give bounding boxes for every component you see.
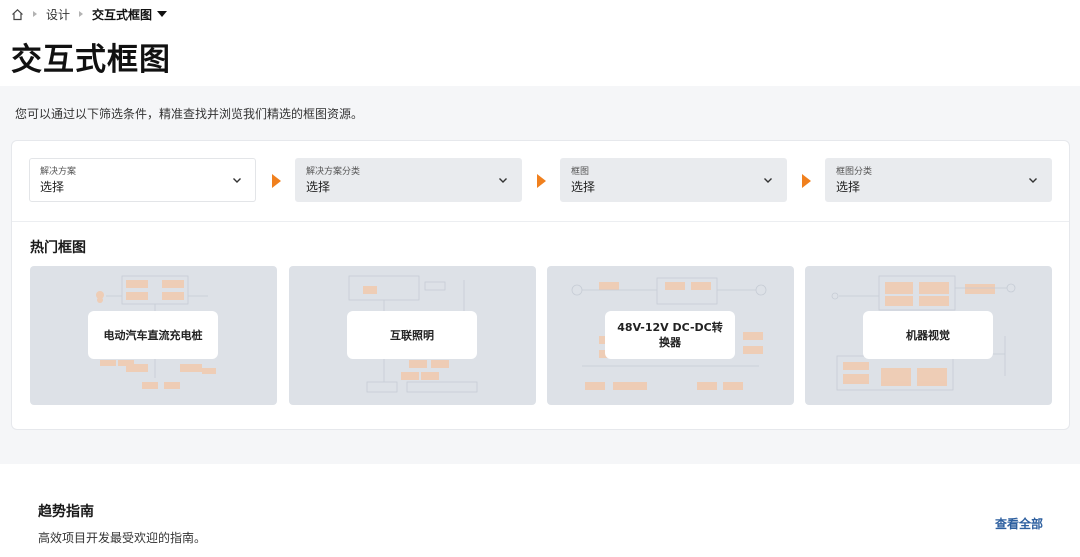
select-label: 框图 — [571, 167, 590, 177]
hot-diagrams-title: 热门框图 — [30, 240, 86, 256]
diagram-card-ev-charger[interactable]: 电动汽车直流充电桩 — [30, 266, 277, 405]
caret-down-icon[interactable] — [157, 11, 168, 17]
page-header: 设计 交互式框图 交互式框图 — [0, 0, 1080, 86]
breadcrumb-separator-icon — [76, 11, 86, 17]
view-all-link[interactable]: 查看全部 — [995, 515, 1043, 532]
arrow-right-icon — [272, 174, 281, 188]
select-value: 选择 — [836, 180, 861, 194]
diagram-card-title: 48V-12V DC-DC转换器 — [605, 311, 735, 359]
diagram-select[interactable]: 框图 选择 — [560, 158, 787, 202]
select-value: 选择 — [571, 180, 596, 194]
chevron-down-icon — [233, 178, 241, 183]
arrow-right-icon — [537, 174, 546, 188]
chevron-down-icon — [499, 178, 507, 183]
intro-text: 您可以通过以下筛选条件，精准查找并浏览我们精选的框图资源。 — [15, 107, 364, 121]
select-label: 解决方案 — [40, 167, 77, 177]
diagram-card-title: 电动汽车直流充电桩 — [88, 311, 218, 359]
select-label: 解决方案分类 — [306, 167, 361, 177]
diagram-card-title: 机器视觉 — [863, 311, 993, 359]
diagram-card-dcdc-converter[interactable]: 48V-12V DC-DC转换器 — [547, 266, 794, 405]
solution-select[interactable]: 解决方案 选择 — [29, 158, 256, 202]
breadcrumb-item-design[interactable]: 设计 — [46, 6, 70, 23]
select-value: 选择 — [306, 180, 331, 194]
diagram-category-select[interactable]: 框图分类 选择 — [825, 158, 1052, 202]
diagram-card-machine-vision[interactable]: 机器视觉 — [805, 266, 1052, 405]
arrow-right-icon — [802, 174, 811, 188]
chevron-down-icon — [1029, 178, 1037, 183]
breadcrumb: 设计 交互式框图 — [10, 6, 168, 23]
diagram-card-connected-lighting[interactable]: 互联照明 — [289, 266, 536, 405]
breadcrumb-separator-icon — [30, 11, 40, 17]
filter-row: 解决方案 选择 解决方案分类 选择 框图 选择 框图分类 选择 — [12, 141, 1069, 222]
trends-title: 趋势指南 — [38, 504, 94, 520]
solution-category-select[interactable]: 解决方案分类 选择 — [295, 158, 522, 202]
page-title: 交互式框图 — [11, 42, 171, 78]
breadcrumb-item-current[interactable]: 交互式框图 — [92, 6, 152, 23]
select-label: 框图分类 — [836, 167, 873, 177]
home-icon[interactable] — [10, 7, 24, 21]
diagram-card-title: 互联照明 — [347, 311, 477, 359]
chevron-down-icon — [764, 178, 772, 183]
filter-panel: 解决方案 选择 解决方案分类 选择 框图 选择 框图分类 选择 热门框图 电动汽… — [11, 140, 1070, 430]
trends-subtitle: 高效项目开发最受欢迎的指南。 — [38, 531, 207, 545]
select-value: 选择 — [40, 180, 65, 194]
